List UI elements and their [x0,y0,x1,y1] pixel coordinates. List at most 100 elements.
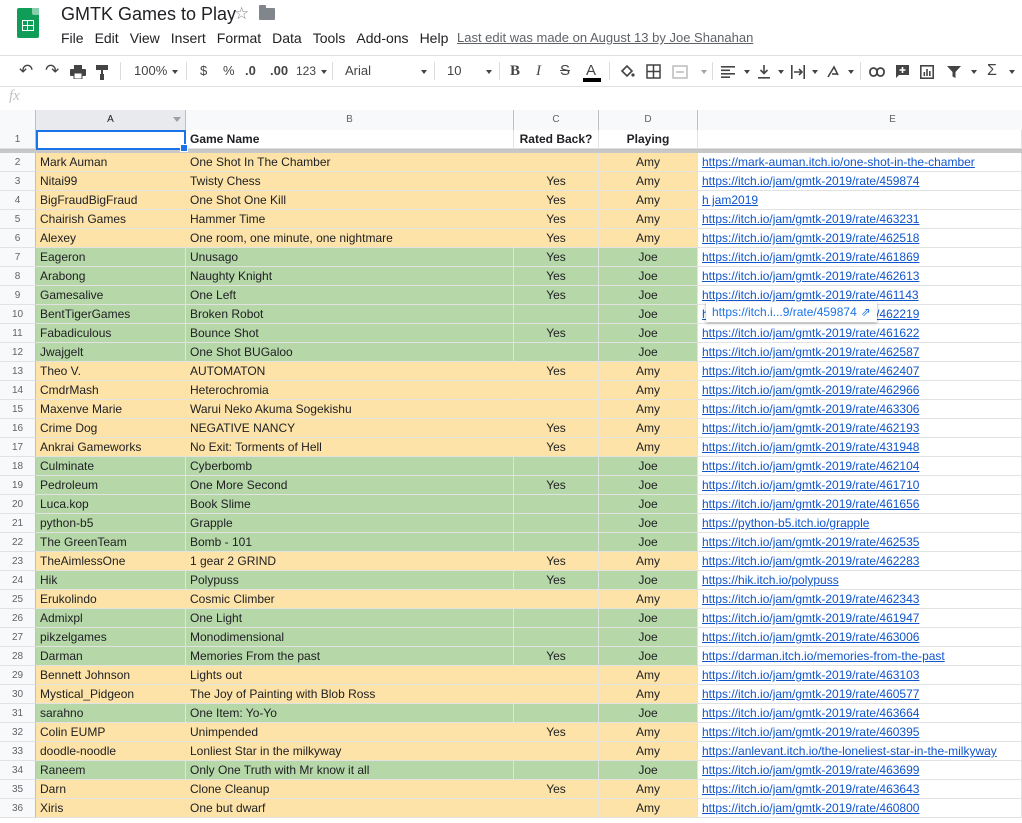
link-cell[interactable]: https://itch.io/jam/gmtk-2019/rate/46300… [698,628,1022,647]
row-number[interactable]: 4 [0,191,36,210]
game-name-cell[interactable]: AUTOMATON [186,362,514,381]
game-name-cell[interactable]: Cyberbomb [186,457,514,476]
menu-view[interactable]: View [130,30,160,46]
rated-back-cell[interactable] [514,742,599,761]
game-name-cell[interactable]: The Joy of Painting with Blob Ross [186,685,514,704]
game-name-cell[interactable]: Book Slime [186,495,514,514]
author-cell[interactable]: Theo V. [36,362,186,381]
rated-back-cell[interactable] [514,533,599,552]
rated-back-cell[interactable]: Yes [514,229,599,248]
game-name-cell[interactable]: One Item: Yo-Yo [186,704,514,723]
author-cell[interactable]: Gamesalive [36,286,186,305]
merge-cells-icon[interactable] [672,56,688,86]
author-cell[interactable]: Culminate [36,457,186,476]
playing-cell[interactable]: Joe [599,609,698,628]
author-cell[interactable]: doodle-noodle [36,742,186,761]
rated-back-cell[interactable]: Yes [514,419,599,438]
game-name-cell[interactable]: NEGATIVE NANCY [186,419,514,438]
author-cell[interactable]: Arabong [36,267,186,286]
row-number[interactable]: 35 [0,780,36,799]
author-cell[interactable]: Colin EUMP [36,723,186,742]
rated-back-cell[interactable] [514,704,599,723]
zoom-select[interactable]: 100% [134,56,178,86]
external-link-icon[interactable]: ⇗ [861,302,871,322]
playing-cell[interactable]: Amy [599,780,698,799]
link-cell[interactable]: https://itch.io/jam/gmtk-2019/rate/46194… [698,609,1022,628]
link-cell[interactable]: https://itch.io/jam/gmtk-2019/rate/46364… [698,780,1022,799]
rated-back-cell[interactable]: Yes [514,362,599,381]
row-number[interactable]: 7 [0,248,36,267]
row-number[interactable]: 2 [0,153,36,172]
rated-back-cell[interactable] [514,628,599,647]
row-number[interactable]: 9 [0,286,36,305]
sheets-logo-icon[interactable] [17,8,39,38]
game-name-cell[interactable]: Clone Cleanup [186,780,514,799]
game-name-cell[interactable]: Broken Robot [186,305,514,324]
link-cell[interactable]: https://itch.io/jam/gmtk-2019/rate/46310… [698,666,1022,685]
row-number[interactable]: 3 [0,172,36,191]
rated-back-cell[interactable]: Yes [514,210,599,229]
playing-cell[interactable]: Joe [599,533,698,552]
header-cell-e[interactable] [698,130,1022,149]
playing-cell[interactable]: Joe [599,267,698,286]
playing-cell[interactable]: Joe [599,495,698,514]
row-number[interactable]: 28 [0,647,36,666]
game-name-cell[interactable]: Twisty Chess [186,172,514,191]
playing-cell[interactable]: Joe [599,286,698,305]
author-cell[interactable]: Mystical_Pidgeon [36,685,186,704]
row-number[interactable]: 27 [0,628,36,647]
link-preview-text[interactable]: https://itch.i...9/rate/459874 [712,305,857,319]
font-size-select[interactable]: 10 [447,56,461,86]
row-number[interactable]: 26 [0,609,36,628]
insert-chart-icon[interactable] [920,56,934,86]
author-cell[interactable]: Ankrai Gameworks [36,438,186,457]
game-name-cell[interactable]: No Exit: Torments of Hell [186,438,514,457]
link-cell[interactable]: https://itch.io/jam/gmtk-2019/rate/46366… [698,704,1022,723]
row-number[interactable]: 19 [0,476,36,495]
game-name-cell[interactable]: One room, one minute, one nightmare [186,229,514,248]
menu-format[interactable]: Format [217,30,261,46]
author-cell[interactable]: Luca.kop [36,495,186,514]
playing-cell[interactable]: Amy [599,172,698,191]
author-cell[interactable]: Erukolindo [36,590,186,609]
link-cell[interactable]: https://itch.io/jam/gmtk-2019/rate/45987… [698,172,1022,191]
author-cell[interactable]: BigFraudBigFraud [36,191,186,210]
rated-back-cell[interactable] [514,400,599,419]
link-cell[interactable]: h jam2019 [698,191,1022,210]
row-number[interactable]: 24 [0,571,36,590]
column-header-d[interactable]: D [599,110,698,130]
author-cell[interactable]: Nitai99 [36,172,186,191]
link-cell[interactable]: https://python-b5.itch.io/grapple [698,514,1022,533]
row-number[interactable]: 25 [0,590,36,609]
author-cell[interactable]: Darn [36,780,186,799]
rated-back-cell[interactable] [514,666,599,685]
rated-back-cell[interactable] [514,305,599,324]
row-number[interactable]: 32 [0,723,36,742]
author-cell[interactable]: Alexey [36,229,186,248]
row-number[interactable]: 33 [0,742,36,761]
author-cell[interactable]: sarahno [36,704,186,723]
link-cell[interactable]: https://itch.io/jam/gmtk-2019/rate/46261… [698,267,1022,286]
bold-button[interactable]: B [510,56,520,86]
menu-file[interactable]: File [61,30,84,46]
playing-cell[interactable]: Joe [599,571,698,590]
author-cell[interactable]: Eageron [36,248,186,267]
star-icon[interactable]: ☆ [234,4,249,24]
row-number[interactable]: 16 [0,419,36,438]
link-cell[interactable]: https://itch.io/jam/gmtk-2019/rate/46228… [698,552,1022,571]
folder-icon[interactable] [259,5,275,20]
link-cell[interactable]: https://itch.io/jam/gmtk-2019/rate/46258… [698,343,1022,362]
row-number[interactable]: 31 [0,704,36,723]
playing-cell[interactable]: Amy [599,799,698,818]
fill-color-icon[interactable] [619,56,635,86]
link-cell[interactable]: https://itch.io/jam/gmtk-2019/rate/46162… [698,324,1022,343]
playing-cell[interactable]: Amy [599,438,698,457]
text-rotation-icon[interactable] [826,56,840,86]
link-cell[interactable]: https://hik.itch.io/polypuss [698,571,1022,590]
link-cell[interactable]: https://itch.io/jam/gmtk-2019/rate/46330… [698,400,1022,419]
rated-back-cell[interactable] [514,590,599,609]
author-cell[interactable]: Xiris [36,799,186,818]
row-number[interactable]: 6 [0,229,36,248]
game-name-cell[interactable]: Lonliest Star in the milkyway [186,742,514,761]
playing-cell[interactable]: Joe [599,248,698,267]
